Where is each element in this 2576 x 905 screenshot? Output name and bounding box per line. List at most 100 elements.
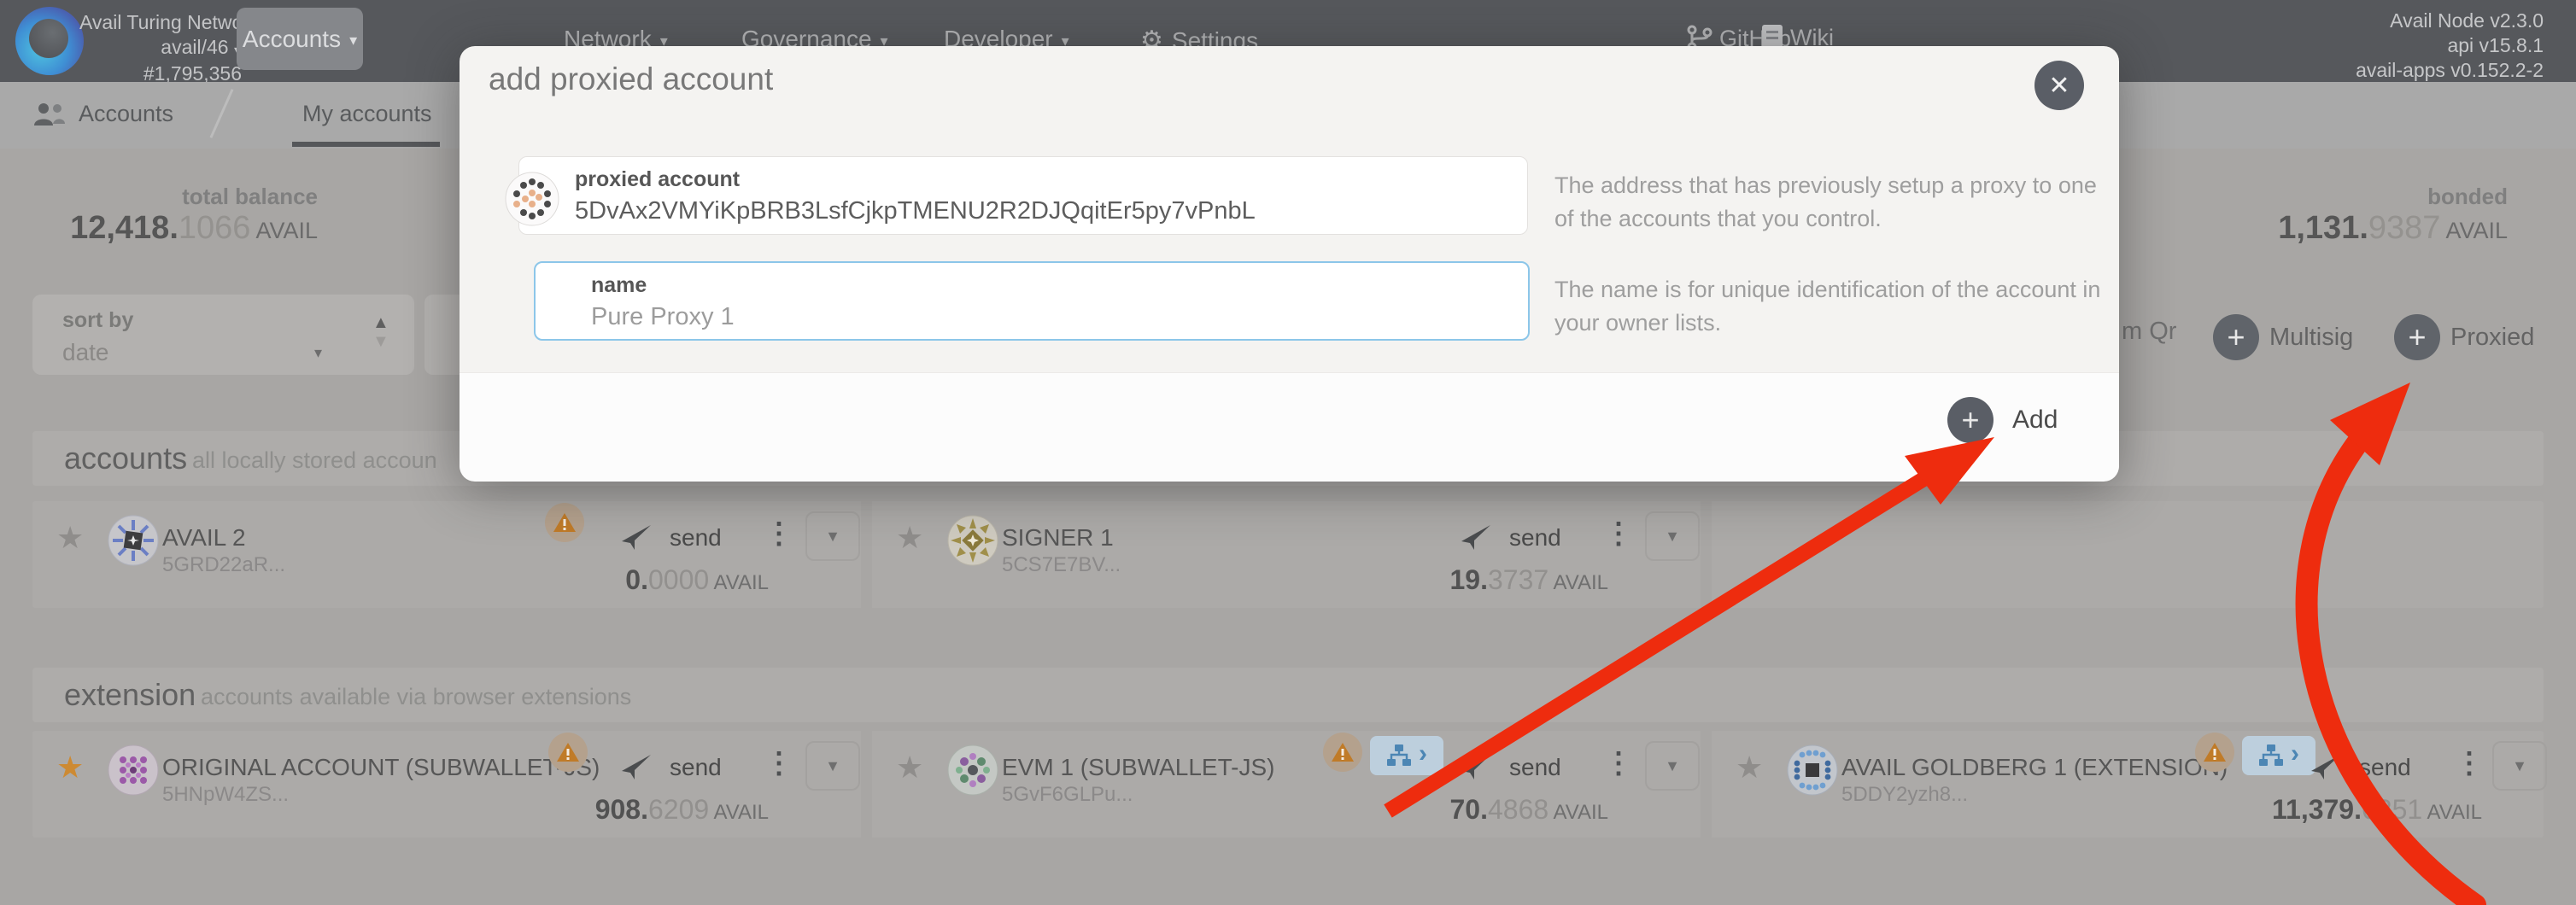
account-avatar[interactable] (108, 744, 159, 796)
account-avatar[interactable] (947, 515, 998, 566)
favorite-star-icon[interactable]: ★ (56, 520, 84, 556)
warning-icon[interactable] (2195, 733, 2234, 772)
favorite-star-icon[interactable]: ★ (896, 520, 923, 556)
account-avatar[interactable] (947, 744, 998, 796)
chevron-down-icon: ▼ (1665, 528, 1680, 546)
card-divider (1701, 731, 1712, 838)
account-card-signer-1: ★ SIGNER 1 5CS7E7BV... send ⋮ ▼ 19.3737 … (872, 501, 1695, 608)
card-divider (861, 731, 872, 838)
accounts-section-title: accounts (64, 441, 187, 476)
account-address[interactable]: 5DDY2yzh8... (1841, 783, 1968, 807)
card-divider (1701, 501, 1712, 608)
send-button[interactable]: send (1460, 523, 1561, 552)
modal-title: add proxied account (489, 61, 773, 97)
sitemap-icon (2258, 744, 2284, 768)
api-version: api v15.8.1 (2356, 33, 2544, 58)
version-info: Avail Node v2.3.0 api v15.8.1 avail-apps… (2356, 9, 2544, 83)
proxied-account-help: The address that has previously setup a … (1554, 169, 2108, 236)
warning-icon[interactable] (545, 503, 584, 542)
account-name: EVM 1 (SUBWALLET-JS) (1002, 754, 1274, 781)
kebab-menu-icon[interactable]: ⋮ (764, 746, 793, 780)
extension-section-header: extension accounts available via browser… (32, 668, 2544, 722)
chain-spec[interactable]: avail/46 ▾ (79, 35, 242, 61)
expand-account-button[interactable]: ▼ (1645, 511, 1700, 561)
kebab-menu-icon[interactable]: ⋮ (1604, 517, 1633, 551)
sort-by-dropdown[interactable]: sort by date ▾ ▲ ▼ (32, 295, 414, 375)
send-button[interactable]: send (620, 523, 722, 552)
send-button[interactable]: send (1460, 753, 1561, 782)
add-button[interactable]: + Add (1947, 397, 2058, 443)
close-button[interactable]: ✕ (2034, 61, 2084, 110)
extension-section-subtitle: accounts available via browser extension… (201, 684, 631, 710)
proxied-account-field[interactable]: proxied account 5DvAx2VMYiKpBRB3LsfCjkpT… (518, 156, 1528, 235)
expand-account-button[interactable]: ▼ (2492, 741, 2547, 791)
expand-account-button[interactable]: ▼ (805, 511, 860, 561)
account-balance: 11,379.6251 AVAIL (2053, 794, 2482, 826)
account-avatar[interactable] (108, 515, 159, 566)
sitemap-icon (1386, 744, 1412, 768)
sort-direction-toggle[interactable]: ▲ ▼ (372, 313, 389, 351)
favorite-star-icon[interactable]: ★ (896, 750, 923, 785)
extension-section-title: extension (64, 677, 196, 713)
total-balance-value: 12,418.1066 AVAIL (68, 210, 318, 247)
send-button[interactable]: send (2310, 753, 2411, 782)
plus-icon: + (2394, 314, 2440, 360)
favorite-star-icon[interactable]: ★ (56, 750, 84, 785)
tab-my-accounts[interactable]: My accounts (302, 101, 432, 127)
sort-asc-icon: ▲ (372, 313, 389, 332)
account-card-evm-1: ★ EVM 1 (SUBWALLET-JS) 5GvF6GLPu... › se… (872, 731, 1695, 838)
expand-account-button[interactable]: ▼ (1645, 741, 1700, 791)
kebab-menu-icon[interactable]: ⋮ (2455, 746, 2484, 780)
chevron-down-icon: ▼ (825, 757, 840, 775)
proxied-account-value[interactable]: 5DvAx2VMYiKpBRB3LsfCjkpTMENU2R2DJQqitEr5… (575, 197, 1256, 225)
proxy-overview-badge[interactable]: › (1370, 736, 1443, 775)
account-balance: 70.4868 AVAIL (1214, 794, 1608, 826)
account-card-avail-2: ★ AVAIL 2 5GRD22aR... send ⋮ ▼ 0.0000 AV… (32, 501, 856, 608)
account-address[interactable]: 5CS7E7BV... (1002, 553, 1121, 577)
active-tab-underline (292, 142, 440, 147)
proxied-account-label: proxied account (575, 167, 740, 192)
name-label: name (591, 273, 647, 298)
chevron-down-icon: ▼ (2512, 757, 2527, 775)
total-balance-block: total balance 12,418.1066 AVAIL (68, 184, 318, 247)
kebab-menu-icon[interactable]: ⋮ (1604, 746, 1633, 780)
name-field[interactable]: name Pure Proxy 1 (534, 261, 1530, 341)
tab-accounts[interactable]: Accounts (32, 101, 173, 127)
name-help: The name is for unique identification of… (1554, 273, 2108, 340)
chevron-down-icon: ▼ (825, 528, 840, 546)
account-address[interactable]: 5GvF6GLPu... (1002, 783, 1133, 807)
warning-icon[interactable] (548, 733, 588, 772)
account-avatar[interactable] (1787, 744, 1838, 796)
chain-info: Avail Turing Network avail/46 ▾ #1,795,3… (79, 10, 242, 86)
accounts-section-subtitle: all locally stored accoun (192, 447, 437, 474)
kebab-menu-icon[interactable]: ⋮ (764, 517, 793, 551)
account-card-original-account: ★ ORIGINAL ACCOUNT (SUBWALLET-JS) 5HNpW4… (32, 731, 856, 838)
proxy-overview-badge[interactable]: › (2242, 736, 2315, 775)
bonded-block: bonded 1,131.9387 AVAIL (2258, 184, 2508, 247)
send-button[interactable]: send (620, 753, 722, 782)
send-icon (620, 753, 653, 782)
account-card-avail-goldberg-1: ★ AVAIL GOLDBERG 1 (EXTENSION) 5DDY2yzh8… (1712, 731, 2544, 838)
send-icon (620, 523, 653, 552)
chevron-down-icon: ▼ (1665, 757, 1680, 775)
add-proxied-account-modal: add proxied account ✕ proxied account 5D… (460, 46, 2119, 481)
account-address[interactable]: 5HNpW4ZS... (162, 783, 289, 807)
name-value[interactable]: Pure Proxy 1 (591, 303, 735, 331)
account-balance: 908.6209 AVAIL (374, 794, 769, 826)
sort-by-label: sort by (62, 308, 133, 333)
favorite-star-icon[interactable]: ★ (1736, 750, 1763, 785)
warning-icon[interactable] (1323, 733, 1362, 772)
add-multisig-button[interactable]: + Multisig (2213, 314, 2353, 360)
account-balance: 0.0000 AVAIL (374, 564, 769, 596)
chevron-down-icon: ▾ (349, 32, 357, 50)
from-qr-button-partial[interactable]: m Qr (2122, 318, 2176, 346)
total-balance-label: total balance (68, 184, 318, 210)
modal-footer: + Add (460, 372, 2119, 482)
nav-accounts-button[interactable]: Accounts▾ (237, 8, 363, 70)
expand-account-button[interactable]: ▼ (805, 741, 860, 791)
account-name: SIGNER 1 (1002, 524, 1114, 552)
account-name: AVAIL GOLDBERG 1 (EXTENSION) (1841, 754, 2228, 781)
account-address[interactable]: 5GRD22aR... (162, 553, 285, 577)
node-version: Avail Node v2.3.0 (2356, 9, 2544, 33)
add-proxied-button[interactable]: + Proxied (2394, 314, 2534, 360)
